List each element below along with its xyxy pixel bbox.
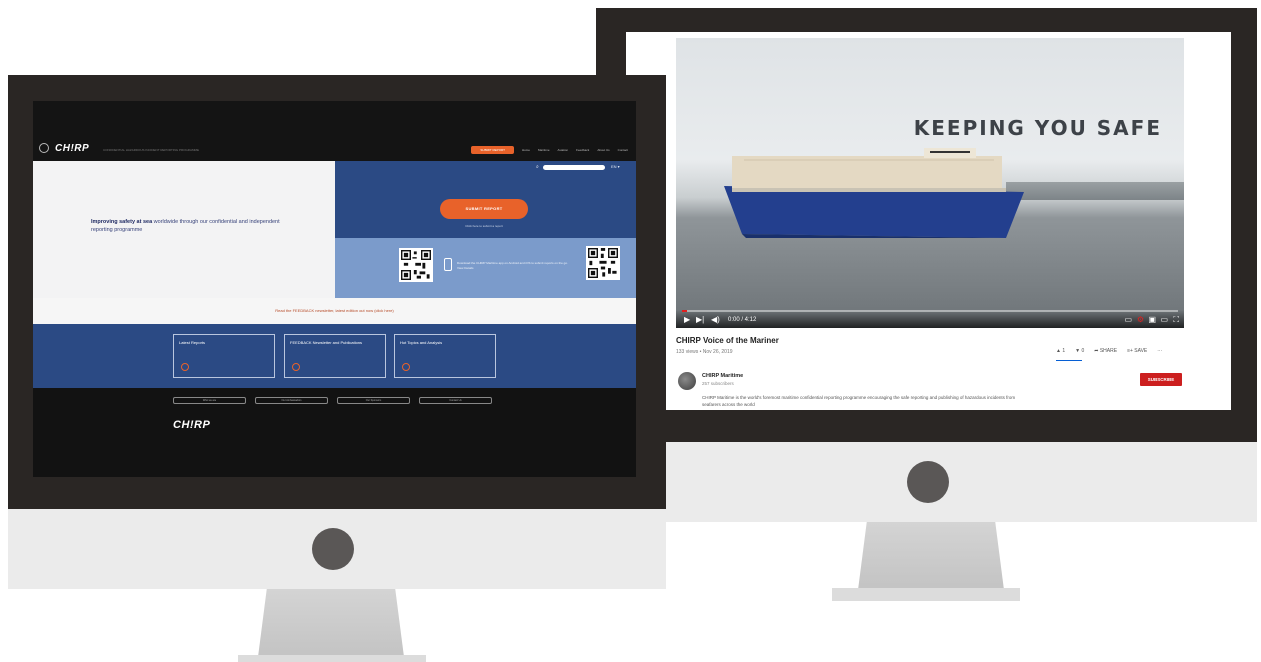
like-button[interactable]: ▲ 1: [1056, 348, 1065, 354]
subscribe-button[interactable]: SUBSCRIBE: [1140, 373, 1182, 386]
arrow-circle-icon: [292, 363, 300, 371]
chirp-logo[interactable]: CH!RP: [55, 143, 89, 154]
feature-cards-section: Latest Reports FEEDBACK Newsletter and P…: [33, 324, 636, 388]
miniplayer-icon[interactable]: ▣: [1148, 315, 1156, 325]
video-progress-bar[interactable]: [682, 310, 1178, 312]
search-input[interactable]: [543, 165, 605, 170]
ship-image: [724, 148, 1024, 238]
card-label: FEEDBACK Newsletter and Publications: [290, 340, 363, 345]
right-monitor-base: [832, 588, 1020, 601]
submit-report-subtext: Click here to submit a report: [465, 224, 503, 228]
subtitles-icon[interactable]: ▭: [1124, 315, 1132, 325]
more-button[interactable]: ···: [1157, 348, 1162, 354]
theater-icon[interactable]: ▭: [1160, 315, 1168, 325]
app-download-text[interactable]: Download the CHIRP Maritime app on Andro…: [457, 261, 573, 271]
nav-item-maritime[interactable]: Maritime: [538, 148, 550, 152]
nav-item-feedback[interactable]: Feedback: [576, 148, 589, 152]
subscriber-count: 257 subscribers: [702, 381, 734, 386]
card-label: Hot Topics and Analysis: [400, 340, 443, 345]
video-description: CHIRP Maritime is the world's foremost m…: [702, 395, 1016, 407]
dislike-button[interactable]: ▼ 0: [1075, 348, 1084, 354]
video-headline: KEEPING YOU SAFE: [913, 116, 1162, 140]
save-button[interactable]: ≡+ SAVE: [1127, 348, 1147, 354]
volume-icon[interactable]: ◀): [711, 315, 720, 325]
video-time: 0:00 / 4:12: [728, 317, 757, 323]
hero-text: Improving safety at sea worldwide throug…: [91, 218, 291, 234]
next-icon[interactable]: ▶|: [696, 315, 704, 325]
chirp-website-screen: CH!RP CONFIDENTIAL HAZARDOUS INCIDENT RE…: [33, 101, 636, 477]
search-icon[interactable]: ⌕: [536, 164, 539, 170]
qr-code-android[interactable]: [399, 248, 433, 282]
arrow-circle-icon: [402, 363, 410, 371]
site-tagline: CONFIDENTIAL HAZARDOUS INCIDENT REPORTIN…: [103, 148, 199, 152]
footer-logo: CH!RP: [173, 419, 211, 431]
play-icon[interactable]: ▶: [684, 315, 690, 325]
footer-button-who-we-are[interactable]: Who we are: [173, 397, 246, 404]
language-selector[interactable]: EN ▾: [611, 164, 620, 169]
video-actions: ▲ 1 ▼ 0 ➦ SHARE ≡+ SAVE ···: [1056, 348, 1162, 354]
channel-avatar[interactable]: [678, 372, 696, 390]
card-label: Latest Reports: [179, 340, 206, 345]
video-player[interactable]: KEEPING YOU SAFE ▶ ▶| ◀) 0:00 / 4:12 ▭ ⚙…: [676, 38, 1184, 328]
right-monitor-stand: [858, 522, 1004, 590]
hero-left-panel: Improving safety at sea worldwide throug…: [33, 161, 335, 298]
left-monitor-base: [238, 655, 426, 662]
card-hot-topics[interactable]: Hot Topics and Analysis: [394, 334, 496, 378]
hero-text-bold: Improving safety at sea: [91, 219, 153, 225]
shoreline: [1006, 182, 1184, 200]
nav-item-home[interactable]: Home: [522, 148, 530, 152]
fullscreen-icon[interactable]: ⛶: [1173, 315, 1179, 325]
card-latest-reports[interactable]: Latest Reports: [173, 334, 275, 378]
youtube-screen: KEEPING YOU SAFE ▶ ▶| ◀) 0:00 / 4:12 ▭ ⚙…: [626, 32, 1231, 410]
footer-button-sponsors[interactable]: Our Sponsors: [337, 397, 410, 404]
footer-button-contact[interactable]: Contact Us: [419, 397, 492, 404]
left-monitor-logo-icon: [312, 528, 354, 570]
main-nav: SUBMIT REPORT Home Maritime Aviation Fee…: [471, 146, 628, 154]
qr-code-ios[interactable]: [586, 246, 620, 280]
site-header: CH!RP CONFIDENTIAL HAZARDOUS INCIDENT RE…: [33, 101, 636, 161]
nav-item-aviation[interactable]: Aviation: [558, 148, 569, 152]
qr-code-icon: [588, 248, 618, 278]
like-ratio-bar: [1056, 360, 1082, 361]
settings-icon[interactable]: ⚙: [1137, 315, 1144, 325]
feedback-notice[interactable]: Read the FEEDBACK newsletter, latest edi…: [33, 298, 636, 324]
right-monitor-logo-icon: [907, 461, 949, 503]
phone-icon: [444, 258, 452, 271]
nav-item-about[interactable]: About Us: [597, 148, 609, 152]
card-feedback-newsletter[interactable]: FEEDBACK Newsletter and Publications: [284, 334, 386, 378]
channel-name[interactable]: CHIRP Maritime: [702, 373, 743, 379]
video-meta: 133 views • Nov 26, 2019: [676, 349, 733, 355]
left-monitor-stand: [258, 589, 404, 657]
arrow-circle-icon: [181, 363, 189, 371]
nav-item-contact[interactable]: Contact: [618, 148, 628, 152]
video-title: CHIRP Voice of the Mariner: [676, 336, 779, 345]
site-footer: Who we are Our Ambassadors Our Sponsors …: [33, 388, 636, 477]
footer-button-ambassadors[interactable]: Our Ambassadors: [255, 397, 328, 404]
submit-report-button[interactable]: SUBMIT REPORT: [440, 199, 528, 219]
nav-submit-report-button[interactable]: SUBMIT REPORT: [471, 146, 514, 154]
share-button[interactable]: ➦ SHARE: [1094, 348, 1117, 354]
video-progress-fill: [682, 310, 687, 312]
chirp-emblem-icon: [39, 143, 49, 153]
qr-code-icon: [401, 250, 431, 280]
